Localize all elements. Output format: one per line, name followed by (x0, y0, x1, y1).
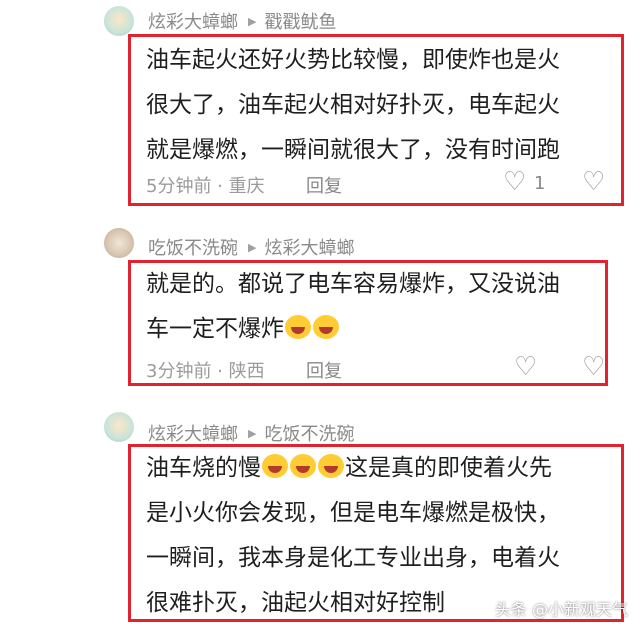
comment-2-header: 吃饭不洗碗 ▶ 炫彩大蟑螂 (148, 234, 354, 260)
reply-button[interactable]: 回复 (306, 357, 342, 383)
like-count: 1 (534, 173, 546, 194)
laugh-cry-emoji-icon (313, 315, 339, 339)
laugh-cry-emoji-icon (318, 454, 344, 478)
comment-1-header: 炫彩大蟑螂 ▶ 戳戳鱿鱼 (148, 8, 336, 34)
laugh-cry-emoji-icon (262, 454, 288, 478)
comment-line: 油车起火还好火势比较慢，即使炸也是火 (146, 47, 560, 73)
comment-line: 就是的。都说了电车容易爆炸，又没说油 (146, 271, 560, 297)
laugh-cry-emoji-icon (290, 454, 316, 478)
reply-to-name[interactable]: 炫彩大蟑螂 (264, 234, 354, 260)
heart-outline-icon[interactable]: ♡ (503, 169, 526, 195)
broken-heart-icon[interactable]: ♡ (582, 354, 605, 380)
comment-line: 一瞬间，我本身是化工专业出身，电着火 (146, 545, 560, 571)
laugh-cry-emoji-icon (285, 315, 311, 339)
watermark: 头条 @小新观天气 (494, 600, 628, 619)
heart-outline-icon[interactable]: ♡ (514, 354, 537, 380)
reply-to-name[interactable]: 吃饭不洗碗 (264, 420, 354, 446)
comment-2-text: 就是的。都说了电车容易爆炸，又没说油 车一定不爆炸 (146, 262, 560, 352)
comment-3-header: 炫彩大蟑螂 ▶ 吃饭不洗碗 (148, 420, 354, 446)
author-name[interactable]: 炫彩大蟑螂 (148, 8, 238, 34)
comment-line: 很大了，油车起火相对好扑灭，电车起火 (146, 92, 560, 118)
time-location: 5分钟前 · 重庆 (146, 176, 265, 197)
comment-line: 油车烧的慢 这是真的即使着火先 (146, 454, 552, 481)
broken-heart-icon[interactable]: ♡ (582, 169, 605, 195)
avatar[interactable] (104, 412, 134, 442)
time-location: 3分钟前 · 陕西 (146, 361, 265, 382)
reply-button[interactable]: 回复 (306, 172, 342, 198)
author-name[interactable]: 吃饭不洗碗 (148, 234, 238, 260)
reply-arrow-icon: ▶ (248, 240, 257, 254)
author-name[interactable]: 炫彩大蟑螂 (148, 420, 238, 446)
avatar[interactable] (104, 6, 134, 36)
avatar[interactable] (104, 228, 134, 258)
comment-line: 就是爆燃，一瞬间就很大了，没有时间跑 (146, 137, 560, 163)
comment-line: 是小火你会发现，但是电车爆燃是极快， (146, 500, 560, 526)
comment-line: 车一定不爆炸 (146, 307, 560, 352)
reply-to-name[interactable]: 戳戳鱿鱼 (264, 8, 336, 34)
comment-1-text: 油车起火还好火势比较慢，即使炸也是火 很大了，油车起火相对好扑灭，电车起火 就是… (146, 38, 560, 173)
reply-arrow-icon: ▶ (248, 426, 257, 440)
reply-arrow-icon: ▶ (248, 14, 257, 28)
